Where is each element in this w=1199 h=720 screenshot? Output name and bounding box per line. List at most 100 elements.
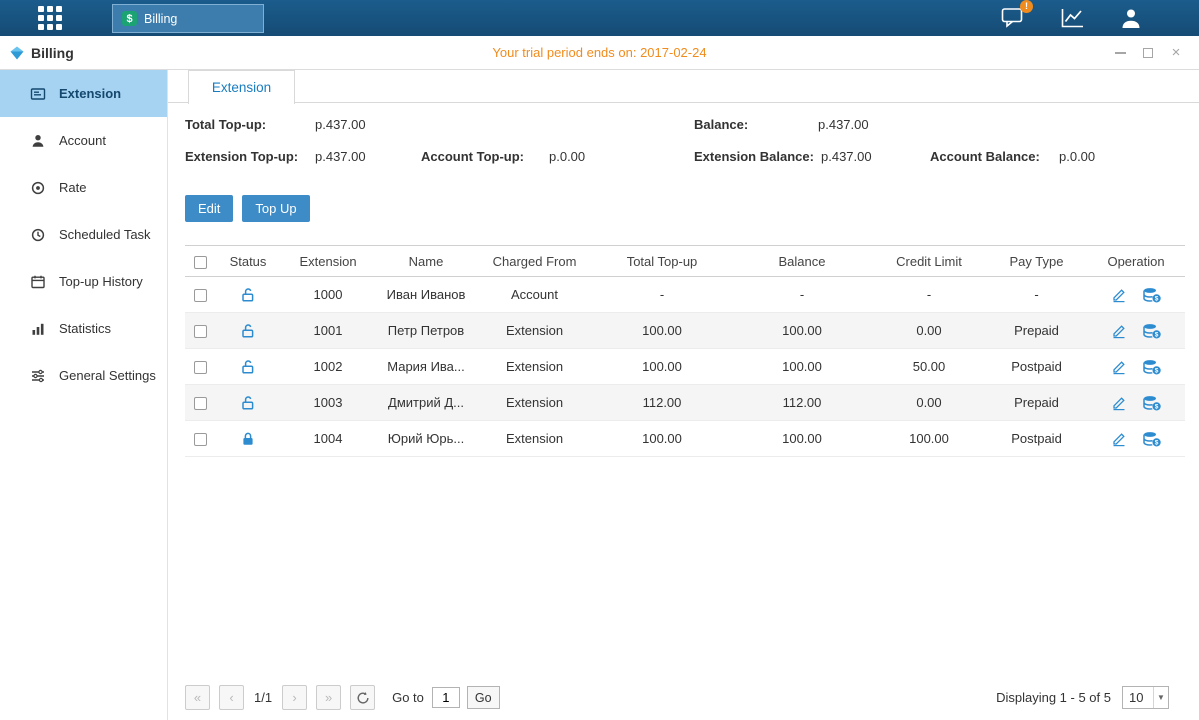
refresh-button[interactable]: [350, 685, 375, 710]
extension-balance-value: p.437.00: [821, 149, 872, 164]
notification-badge: !: [1020, 0, 1033, 13]
refresh-icon: [356, 691, 370, 705]
topup-money-icon[interactable]: $: [1143, 431, 1161, 447]
prev-page-button[interactable]: ‹: [219, 685, 244, 710]
bar-chart-icon: [30, 321, 46, 337]
topup-money-icon[interactable]: $: [1143, 359, 1161, 375]
cell-extension: 1003: [281, 385, 375, 421]
extension-table-wrap: Status Extension Name Charged From Total…: [185, 245, 1185, 457]
billing-window: $ Billing !: [0, 0, 1199, 720]
locked-icon: [240, 431, 256, 447]
extension-topup-value: p.437.00: [315, 149, 366, 164]
cell-total-topup: 100.00: [592, 349, 732, 385]
billing-app-tab[interactable]: $ Billing: [112, 4, 264, 33]
col-credit-limit: Credit Limit: [872, 246, 986, 277]
sidebar-item-extension[interactable]: Extension: [0, 70, 167, 117]
tab-strip: Extension: [168, 70, 1199, 103]
col-name: Name: [375, 246, 477, 277]
table-row: 1003 Дмитрий Д... Extension 112.00 112.0…: [185, 385, 1185, 421]
sidebar-label: Rate: [59, 180, 86, 195]
goto-page-input[interactable]: [432, 687, 460, 708]
billing-dollar-icon: $: [122, 11, 137, 26]
table-row: 1001 Петр Петров Extension 100.00 100.00…: [185, 313, 1185, 349]
col-balance: Balance: [732, 246, 872, 277]
cell-balance: 112.00: [732, 385, 872, 421]
pagination-bar: « ‹ 1/1 › » Go to Go Displaying 1 - 5 of…: [185, 685, 1169, 710]
cell-extension: 1001: [281, 313, 375, 349]
sidebar-item-scheduled-task[interactable]: Scheduled Task: [0, 211, 167, 258]
displaying-text: Displaying 1 - 5 of 5: [996, 690, 1111, 705]
account-person-icon: [30, 133, 46, 149]
row-checkbox[interactable]: [194, 325, 207, 338]
cell-credit-limit: 0.00: [872, 313, 986, 349]
cell-credit-limit: 0.00: [872, 385, 986, 421]
top-up-button[interactable]: Top Up: [242, 195, 309, 222]
edit-icon[interactable]: [1111, 431, 1127, 447]
select-all-checkbox[interactable]: [194, 256, 207, 269]
billing-summary: Total Top-up: p.437.00 Balance: p.437.00…: [168, 103, 1199, 195]
cell-balance: -: [732, 277, 872, 313]
account-topup-label: Account Top-up:: [421, 149, 524, 164]
unlocked-icon: [240, 359, 256, 375]
row-checkbox[interactable]: [194, 397, 207, 410]
topup-money-icon[interactable]: $: [1143, 395, 1161, 411]
cell-name: Иван Иванов: [375, 277, 477, 313]
person-icon: [1119, 7, 1143, 29]
sidebar-item-statistics[interactable]: Statistics: [0, 305, 167, 352]
row-checkbox[interactable]: [194, 289, 207, 302]
close-button[interactable]: ×: [1169, 46, 1183, 60]
go-button[interactable]: Go: [467, 686, 500, 709]
unlocked-icon: [240, 395, 256, 411]
edit-icon[interactable]: [1111, 359, 1127, 375]
sidebar-label: Top-up History: [59, 274, 143, 289]
sidebar-item-rate[interactable]: Rate: [0, 164, 167, 211]
sliders-icon: [30, 368, 46, 384]
table-row: 1002 Мария Ива... Extension 100.00 100.0…: [185, 349, 1185, 385]
cell-charged-from: Extension: [477, 313, 592, 349]
monitor-chart-icon[interactable]: [1059, 7, 1085, 29]
line-chart-icon: [1060, 7, 1085, 29]
cell-credit-limit: 50.00: [872, 349, 986, 385]
cell-balance: 100.00: [732, 313, 872, 349]
cell-total-topup: -: [592, 277, 732, 313]
cell-extension: 1002: [281, 349, 375, 385]
extension-topup-label: Extension Top-up:: [185, 149, 298, 164]
edit-icon[interactable]: [1111, 323, 1127, 339]
row-checkbox[interactable]: [194, 361, 207, 374]
apps-grid-icon[interactable]: [38, 6, 62, 30]
maximize-button[interactable]: [1141, 46, 1155, 60]
page-size-select[interactable]: 10 ▼: [1122, 686, 1169, 709]
user-account-icon[interactable]: [1118, 7, 1144, 29]
edit-button[interactable]: Edit: [185, 195, 233, 222]
svg-text:$: $: [1155, 367, 1159, 374]
topup-money-icon[interactable]: $: [1143, 323, 1161, 339]
cell-name: Юрий Юрь...: [375, 421, 477, 457]
notifications-icon[interactable]: !: [1000, 7, 1026, 29]
topup-money-icon[interactable]: $: [1143, 287, 1161, 303]
cell-extension: 1004: [281, 421, 375, 457]
edit-icon[interactable]: [1111, 287, 1127, 303]
last-page-button[interactable]: »: [316, 685, 341, 710]
next-page-button[interactable]: ›: [282, 685, 307, 710]
row-checkbox[interactable]: [194, 433, 207, 446]
table-header-row: Status Extension Name Charged From Total…: [185, 246, 1185, 277]
account-balance-value: p.0.00: [1059, 149, 1095, 164]
minimize-button[interactable]: [1113, 46, 1127, 60]
cell-charged-from: Account: [477, 277, 592, 313]
extension-table: Status Extension Name Charged From Total…: [185, 245, 1185, 457]
clock-icon: [30, 227, 46, 243]
account-balance-label: Account Balance:: [930, 149, 1040, 164]
sidebar-label: Statistics: [59, 321, 111, 336]
account-topup-value: p.0.00: [549, 149, 585, 164]
sidebar-item-topup-history[interactable]: Top-up History: [0, 258, 167, 305]
sidebar-item-general-settings[interactable]: General Settings: [0, 352, 167, 399]
first-page-button[interactable]: «: [185, 685, 210, 710]
sidebar-item-account[interactable]: Account: [0, 117, 167, 164]
edit-icon[interactable]: [1111, 395, 1127, 411]
cell-total-topup: 100.00: [592, 421, 732, 457]
extension-balance-label: Extension Balance:: [694, 149, 814, 164]
cell-total-topup: 112.00: [592, 385, 732, 421]
svg-text:$: $: [1155, 295, 1159, 302]
table-row: 1004 Юрий Юрь... Extension 100.00 100.00…: [185, 421, 1185, 457]
tab-extension[interactable]: Extension: [188, 70, 295, 104]
